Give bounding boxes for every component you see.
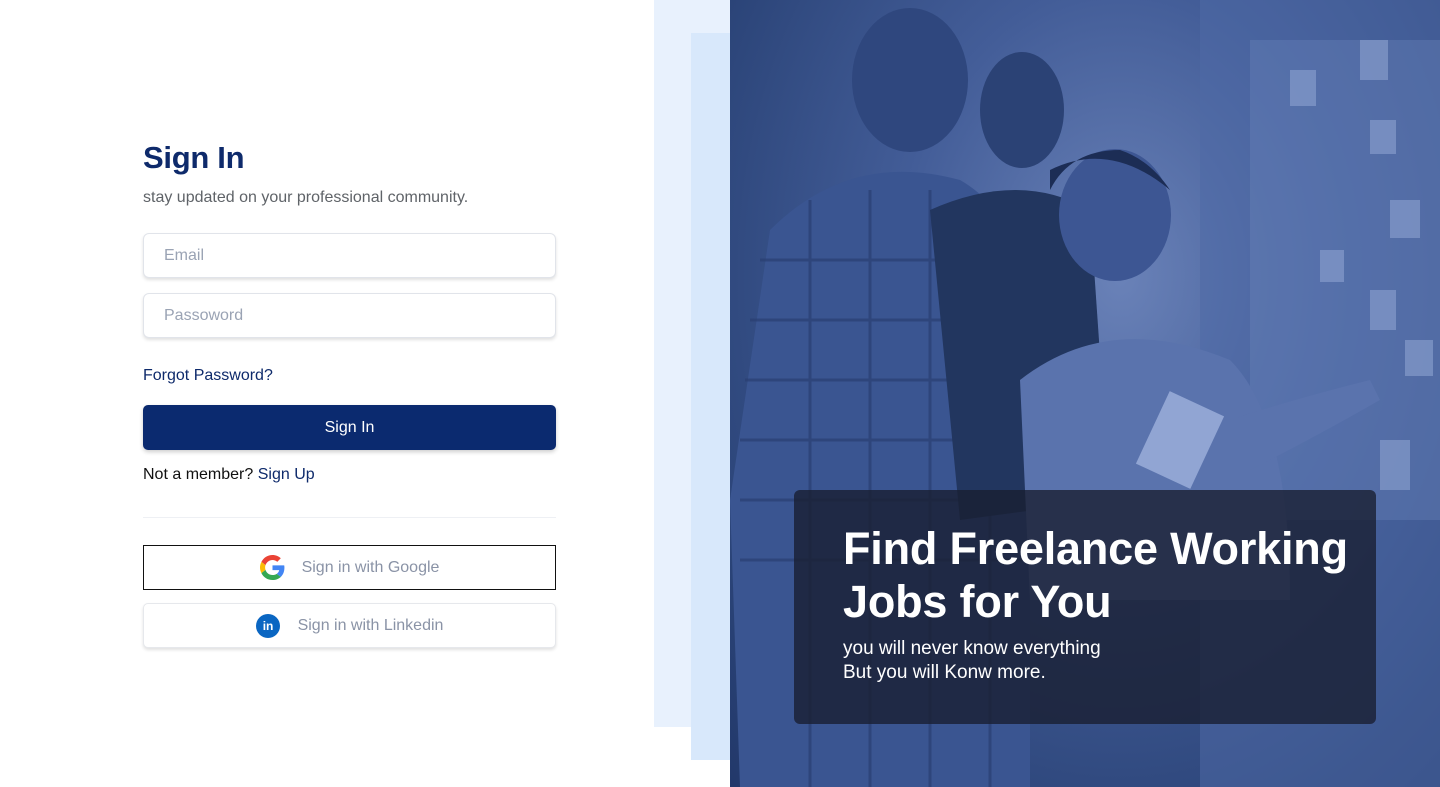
email-field[interactable] (144, 234, 555, 277)
page-title: Sign In (143, 140, 245, 175)
decorative-panel-accent (691, 33, 730, 760)
signup-link[interactable]: Sign Up (258, 466, 315, 483)
hero-overlay-card: Find Freelance Working Jobs for You you … (794, 490, 1376, 724)
google-button-label: Sign in with Google (301, 558, 440, 576)
linkedin-badge: in (256, 613, 281, 638)
forgot-password-link[interactable]: Forgot Password? (143, 367, 273, 385)
linkedin-button-label: Sign in with Linkedin (297, 616, 444, 634)
email-field-container (143, 233, 556, 278)
hero-tagline-line1: you will never know everything (843, 638, 1101, 659)
divider (143, 517, 556, 518)
hero-tagline: you will never know everything But you w… (843, 637, 1101, 685)
linkedin-icon: in (256, 613, 281, 638)
google-signin-button[interactable]: Sign in with Google (143, 545, 556, 590)
signin-form: Sign In stay updated on your professiona… (143, 140, 556, 648)
signin-button[interactable]: Sign In (143, 405, 556, 450)
password-field-container (143, 293, 556, 338)
member-prompt: Not a member? Sign Up (143, 466, 315, 484)
hero-headline: Find Freelance Working Jobs for You (843, 523, 1348, 627)
linkedin-signin-button[interactable]: in Sign in with Linkedin (143, 603, 556, 648)
hero-tagline-line2: But you will Konw more. (843, 662, 1046, 683)
password-field[interactable] (144, 294, 555, 337)
member-prompt-text: Not a member? (143, 466, 254, 483)
page-subtitle: stay updated on your professional commun… (143, 189, 469, 206)
signin-pane: Sign In stay updated on your professiona… (0, 0, 654, 787)
google-g-icon (259, 555, 285, 580)
